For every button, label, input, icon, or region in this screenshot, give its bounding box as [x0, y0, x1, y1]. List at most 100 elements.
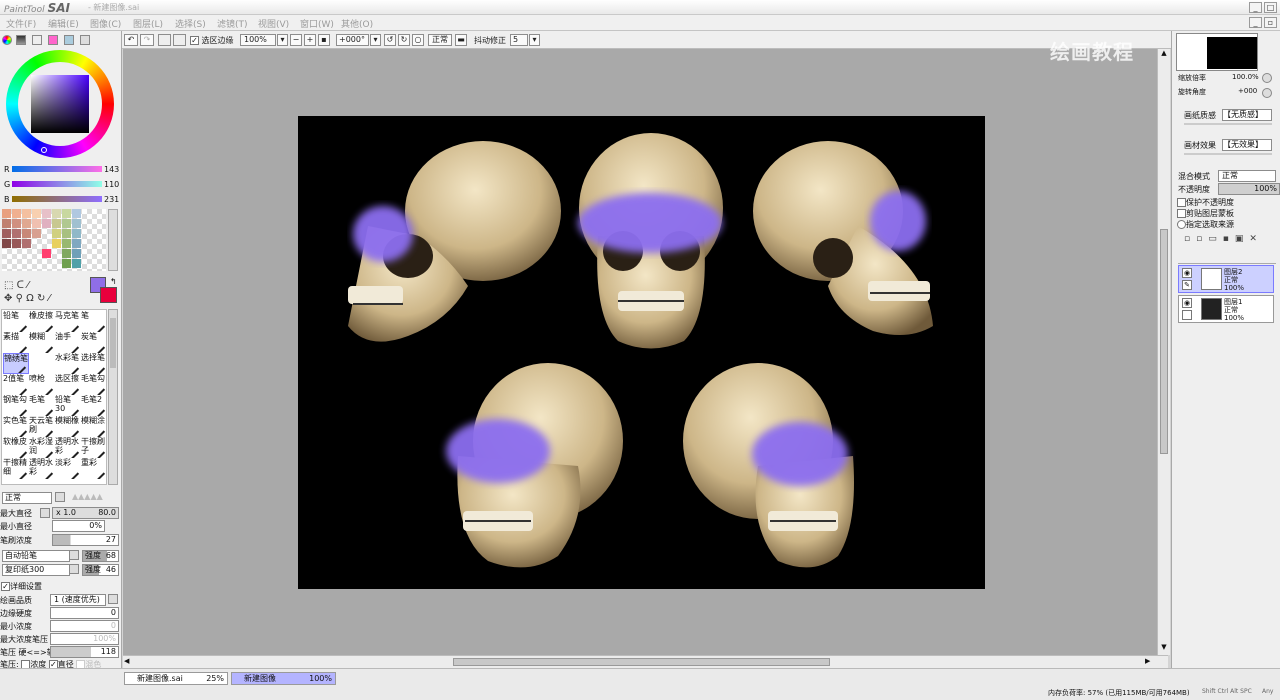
zoom-reset-button[interactable]: ▪ — [318, 34, 330, 46]
rect-select-icon[interactable]: ⬚ — [4, 280, 13, 291]
brush-shape-dropdown[interactable] — [69, 550, 79, 560]
blend-mode-button[interactable]: 正常 — [428, 34, 452, 46]
new-folder-icon[interactable]: ▭ — [1208, 234, 1223, 244]
lasso-icon[interactable]: ᑕ — [17, 280, 24, 291]
brush-shape-strength[interactable]: 强度 68 — [82, 550, 119, 562]
brush-texture-select[interactable]: 复印纸300 — [2, 564, 70, 576]
mixer-tab[interactable] — [80, 35, 90, 45]
max-size-slider[interactable]: x 1.0 80.0 — [52, 507, 119, 519]
nav-angle-value[interactable]: +000 — [1238, 87, 1257, 95]
swap-colors-icon[interactable]: ↰ — [110, 277, 117, 286]
zoom-dropdown-button[interactable]: ▾ — [277, 34, 288, 46]
horizontal-scroll-thumb[interactable] — [453, 658, 830, 666]
eye-icon[interactable]: ◉ — [1182, 268, 1192, 278]
layer-blend-select[interactable]: 正常 — [1218, 170, 1276, 182]
blue-slider[interactable] — [12, 196, 102, 202]
redo-button[interactable]: ↷ — [140, 34, 154, 46]
minimize-button[interactable]: _ — [1249, 2, 1262, 13]
rotate-right-button[interactable]: ↻ — [398, 34, 410, 46]
color-wheel[interactable] — [6, 50, 114, 158]
hsv-slider-tab[interactable] — [32, 35, 42, 45]
secondary-color-swatch[interactable] — [100, 287, 117, 303]
menu-edit[interactable]: 编辑(E) — [48, 17, 79, 30]
stabilizer-field[interactable]: 5 — [510, 34, 528, 46]
angle-dropdown-button[interactable]: ▾ — [370, 34, 381, 46]
min-size-slider[interactable]: 0% — [52, 520, 105, 532]
brush-tool[interactable]: 水彩湿润 — [29, 437, 55, 458]
menu-layer[interactable]: 图层(L) — [133, 17, 163, 30]
brush-tool[interactable]: 模糊涂 — [81, 416, 107, 437]
doc-tab-2[interactable]: 新建图像 100% — [231, 672, 336, 685]
brush-texture-strength[interactable]: 强度 46 — [82, 564, 119, 576]
brush-tool[interactable]: 水彩笔 — [55, 353, 81, 374]
brush-tool[interactable]: 素描 — [3, 332, 29, 353]
menu-file[interactable]: 文件(F) — [6, 17, 36, 30]
scroll-right-icon[interactable]: ▶ — [1145, 657, 1155, 667]
undo-button[interactable]: ↶ — [124, 34, 138, 46]
zoom-out-button[interactable]: − — [290, 34, 302, 46]
copy-layer-icon[interactable]: ▪ — [1223, 234, 1235, 244]
nav-zoom-in-icon[interactable] — [1262, 73, 1272, 83]
scroll-left-icon[interactable]: ◀ — [124, 657, 134, 667]
paper-texture-select[interactable]: 【无质感】 — [1222, 109, 1272, 121]
pressure-slider[interactable]: 118 — [50, 646, 119, 658]
vertical-scrollbar[interactable]: ▲ ▼ — [1157, 49, 1170, 655]
brush-tool[interactable]: 炭笔 — [81, 332, 107, 353]
delete-layer-icon[interactable]: ✕ — [1249, 234, 1263, 244]
brush-tool[interactable]: 选区擦 — [55, 374, 81, 395]
brush-tool[interactable]: 天云笔刷 — [29, 416, 55, 437]
move-icon[interactable]: ✥ — [4, 293, 12, 304]
max-size-mult-button[interactable] — [40, 508, 50, 518]
nav-zoom-value[interactable]: 100.0% — [1232, 73, 1259, 81]
zoom-in-button[interactable]: + — [304, 34, 316, 46]
brush-tool[interactable]: 模糊橡 — [55, 416, 81, 437]
new-layer-icon[interactable]: ▫ — [1184, 234, 1196, 244]
brush-tool[interactable]: 铅笔 — [3, 311, 29, 332]
pen-icon[interactable]: ✎ — [1182, 280, 1192, 290]
nav-rotate-icon[interactable] — [1262, 88, 1272, 98]
doc-tab-1[interactable]: 新建图像.sai 25% — [124, 672, 228, 685]
brush-tool[interactable]: 实色笔 — [3, 416, 29, 437]
brush-tool[interactable]: 重彩 — [81, 458, 107, 479]
eyedropper-icon[interactable]: ⁄ — [49, 293, 51, 304]
lock-icon[interactable] — [1182, 310, 1192, 320]
rgb-slider-tab[interactable] — [16, 35, 26, 45]
blue-value[interactable]: 231 — [104, 195, 119, 204]
max-density-pressure-slider[interactable]: 100% — [50, 633, 119, 645]
selection-edge-toggle[interactable]: ✓ 选区边缘 — [190, 35, 234, 46]
canvas-artwork[interactable] — [298, 116, 985, 589]
green-slider[interactable] — [12, 181, 102, 187]
layer-opacity-slider[interactable]: 100% — [1218, 183, 1280, 195]
min-density-slider[interactable]: 0 — [50, 620, 119, 632]
layer-row-1[interactable]: ◉ 图层1 正常 100% — [1178, 295, 1274, 323]
brush-tool[interactable]: 笔 — [81, 311, 107, 332]
vertical-scroll-thumb[interactable] — [1160, 229, 1168, 454]
quality-dropdown[interactable] — [108, 594, 118, 604]
rotate-left-button[interactable]: ↺ — [384, 34, 396, 46]
new-linework-layer-icon[interactable]: ▫ — [1196, 234, 1208, 244]
doc-restore-button[interactable]: ▫ — [1264, 17, 1277, 28]
angle-field[interactable]: +000° — [336, 34, 369, 46]
zoom-icon[interactable]: ⚲ — [16, 293, 23, 304]
swatch-grid[interactable] — [2, 209, 106, 271]
brush-shape-select[interactable]: 自动铅笔 — [2, 550, 70, 562]
brush-tool[interactable]: 干擦精细 — [3, 458, 29, 479]
brush-tool[interactable]: 毛笔 — [29, 395, 55, 416]
swatch-scrollbar[interactable] — [108, 209, 118, 271]
brush-tool[interactable]: 毛笔2 — [81, 395, 107, 416]
deselect-button[interactable] — [158, 34, 171, 46]
merge-down-icon[interactable]: ▣ — [1235, 234, 1250, 244]
rotate-icon[interactable]: ↻ — [37, 293, 45, 304]
rotate-reset-button[interactable]: ○ — [412, 34, 424, 46]
menu-image[interactable]: 图像(C) — [90, 17, 121, 30]
swatches-tab[interactable] — [48, 35, 58, 45]
hand-icon[interactable]: Ω — [26, 293, 34, 304]
menu-window[interactable]: 窗口(W) — [300, 17, 334, 30]
brush-blend-dropdown[interactable] — [55, 492, 65, 502]
green-value[interactable]: 110 — [104, 180, 119, 189]
brush-tool[interactable]: 马克笔 — [55, 311, 81, 332]
brush-tool[interactable]: 锦绣笔 — [3, 353, 29, 374]
brush-tool[interactable]: 喷枪 — [29, 374, 55, 395]
navigator-preview[interactable] — [1176, 33, 1258, 71]
brush-tool[interactable]: 淡彩 — [55, 458, 81, 479]
